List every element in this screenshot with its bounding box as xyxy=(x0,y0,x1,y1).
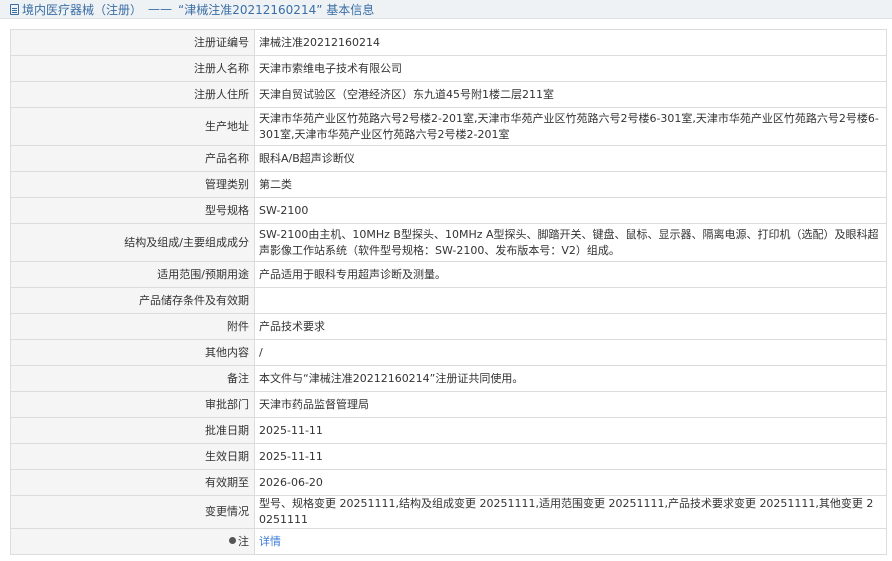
row-label-production-address: 生产地址 xyxy=(10,107,255,146)
row-label-management-category: 管理类别 xyxy=(10,171,255,198)
row-label-structure: 结构及组成/主要组成成分 xyxy=(10,223,255,262)
row-value-approval-date: 2025-11-11 xyxy=(254,417,887,444)
row-value-approval-department: 天津市药品监督管理局 xyxy=(254,391,887,418)
row-value-registrant-name: 天津市索维电子技术有限公司 xyxy=(254,55,887,82)
table-row: 有效期至 2026-06-20 xyxy=(10,469,887,496)
table-row: 变更情况 型号、规格变更 20251111,结构及组成变更 20251111,适… xyxy=(10,495,887,529)
note-icon xyxy=(229,537,236,544)
document-icon xyxy=(10,3,19,15)
row-value-other: / xyxy=(254,339,887,366)
row-label-attachment: 附件 xyxy=(10,313,255,340)
row-label-approval-date: 批准日期 xyxy=(10,417,255,444)
table-row: 附件 产品技术要求 xyxy=(10,313,887,340)
table-row: 批准日期 2025-11-11 xyxy=(10,417,887,444)
row-value-storage xyxy=(254,287,887,314)
row-label-registrant-name: 注册人名称 xyxy=(10,55,255,82)
row-value-registration-number: 津械注准20212160214 xyxy=(254,29,887,56)
row-value-note: 详情 xyxy=(254,528,887,555)
table-row: 适用范围/预期用途 产品适用于眼科专用超声诊断及测量。 xyxy=(10,261,887,288)
table-row: 其他内容 / xyxy=(10,339,887,366)
row-label-registration-number: 注册证编号 xyxy=(10,29,255,56)
row-label-registrant-address: 注册人住所 xyxy=(10,81,255,108)
row-value-remarks: 本文件与“津械注准20212160214”注册证共同使用。 xyxy=(254,365,887,392)
table-row: 注册人名称 天津市索维电子技术有限公司 xyxy=(10,55,887,82)
row-value-changes: 型号、规格变更 20251111,结构及组成变更 20251111,适用范围变更… xyxy=(254,495,887,529)
table-row: 注册人住所 天津自贸试验区（空港经济区）东九道45号附1楼二层211室 xyxy=(10,81,887,108)
row-value-expiry-date: 2026-06-20 xyxy=(254,469,887,496)
table-row: 注 详情 xyxy=(10,528,887,555)
page-title: 境内医疗器械（注册） xyxy=(22,2,143,17)
row-value-effective-date: 2025-11-11 xyxy=(254,443,887,470)
table-row: 生产地址 天津市华苑产业区竹苑路六号2号楼2-201室,天津市华苑产业区竹苑路六… xyxy=(10,107,887,146)
row-label-note: 注 xyxy=(10,528,255,555)
page-header: 境内医疗器械（注册） —— “津械注准20212160214” 基本信息 xyxy=(0,0,892,19)
row-value-management-category: 第二类 xyxy=(254,171,887,198)
table-row: 产品储存条件及有效期 xyxy=(10,287,887,314)
row-label-other: 其他内容 xyxy=(10,339,255,366)
row-label-approval-department: 审批部门 xyxy=(10,391,255,418)
table-row: 备注 本文件与“津械注准20212160214”注册证共同使用。 xyxy=(10,365,887,392)
row-value-intended-use: 产品适用于眼科专用超声诊断及测量。 xyxy=(254,261,887,288)
row-label-changes: 变更情况 xyxy=(10,495,255,529)
row-label-storage: 产品储存条件及有效期 xyxy=(10,287,255,314)
row-value-production-address: 天津市华苑产业区竹苑路六号2号楼2-201室,天津市华苑产业区竹苑路六号2号楼6… xyxy=(254,107,887,146)
row-label-intended-use: 适用范围/预期用途 xyxy=(10,261,255,288)
title-separator: —— xyxy=(148,2,173,16)
table-row: 审批部门 天津市药品监督管理局 xyxy=(10,391,887,418)
row-value-model-spec: SW-2100 xyxy=(254,197,887,224)
table-row: 结构及组成/主要组成成分 SW-2100由主机、10MHz B型探头、10MHz… xyxy=(10,223,887,262)
row-value-product-name: 眼科A/B超声诊断仪 xyxy=(254,145,887,172)
row-label-effective-date: 生效日期 xyxy=(10,443,255,470)
row-value-registrant-address: 天津自贸试验区（空港经济区）东九道45号附1楼二层211室 xyxy=(254,81,887,108)
table-row: 产品名称 眼科A/B超声诊断仪 xyxy=(10,145,887,172)
info-table: 注册证编号 津械注准20212160214 注册人名称 天津市索维电子技术有限公… xyxy=(10,29,887,555)
row-label-model-spec: 型号规格 xyxy=(10,197,255,224)
row-value-structure: SW-2100由主机、10MHz B型探头、10MHz A型探头、脚踏开关、键盘… xyxy=(254,223,887,262)
page: 境内医疗器械（注册） —— “津械注准20212160214” 基本信息 注册证… xyxy=(0,0,892,561)
page-subtitle: “津械注准20212160214” 基本信息 xyxy=(178,2,375,17)
table-row: 型号规格 SW-2100 xyxy=(10,197,887,224)
row-label-remarks: 备注 xyxy=(10,365,255,392)
row-label-expiry-date: 有效期至 xyxy=(10,469,255,496)
row-label-product-name: 产品名称 xyxy=(10,145,255,172)
table-row: 管理类别 第二类 xyxy=(10,171,887,198)
details-link[interactable]: 详情 xyxy=(259,535,281,548)
table-row: 注册证编号 津械注准20212160214 xyxy=(10,29,887,56)
row-value-attachment: 产品技术要求 xyxy=(254,313,887,340)
table-row: 生效日期 2025-11-11 xyxy=(10,443,887,470)
note-label: 注 xyxy=(238,534,249,548)
